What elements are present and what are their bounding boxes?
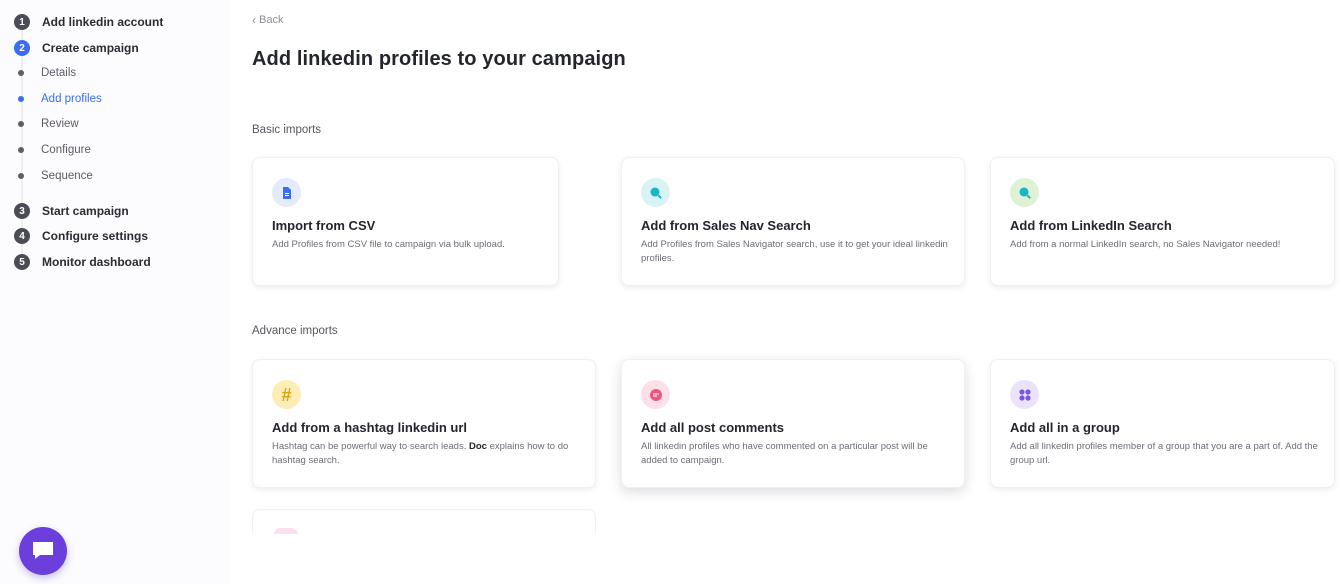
card-description: Add all linkedin profiles member of a gr…	[1010, 441, 1318, 466]
substep-details[interactable]: Details	[18, 65, 76, 81]
card-description-text: Hashtag can be powerful way to search le…	[272, 441, 467, 452]
chat-button[interactable]	[19, 527, 67, 575]
step-label: Create campaign	[42, 41, 139, 55]
hashtag-icon: #	[272, 380, 301, 409]
step-number: 5	[14, 254, 30, 270]
substep-label: Details	[41, 67, 77, 79]
section-heading-advance: Advance imports	[252, 325, 338, 337]
linkedin-search-card[interactable]: Add from LinkedIn Search Add from a norm…	[990, 157, 1335, 286]
page-title: Add linkedin profiles to your campaign	[252, 48, 626, 70]
group-icon	[1010, 380, 1039, 409]
partial-import-card[interactable]	[252, 509, 596, 534]
substep-label: Review	[41, 118, 79, 130]
step-number: 3	[14, 203, 30, 219]
substep-dot	[18, 173, 24, 179]
card-title: Add from a hashtag linkedin url	[272, 420, 468, 435]
card-title: Add all post comments	[641, 420, 785, 435]
substep-review[interactable]: Review	[18, 116, 79, 132]
section-heading-basic: Basic imports	[252, 124, 322, 136]
substep-dot	[18, 147, 24, 153]
substep-dot	[18, 96, 24, 102]
step-label: Start campaign	[42, 204, 129, 218]
step-label: Configure settings	[42, 229, 149, 243]
step-number: 2	[14, 40, 30, 56]
import-csv-card[interactable]: Import from CSV Add Profiles from CSV fi…	[252, 157, 559, 286]
substep-dot	[18, 121, 24, 127]
doc-link[interactable]: Doc	[469, 441, 487, 452]
card-description: Hashtag can be powerful way to search le…	[272, 440, 579, 468]
comment-icon	[641, 380, 670, 409]
substep-label: Sequence	[41, 170, 93, 182]
step-number: 4	[14, 228, 30, 244]
back-link[interactable]: ‹ Back	[252, 13, 283, 27]
sales-nav-search-icon	[641, 178, 670, 207]
card-description: Add from a normal LinkedIn search, no Sa…	[1010, 239, 1281, 250]
group-card[interactable]: Add all in a group Add all linkedin prof…	[990, 359, 1335, 488]
step-start-campaign[interactable]: 3 Start campaign	[14, 202, 129, 220]
step-create-campaign[interactable]: 2 Create campaign	[14, 39, 139, 57]
substep-dot	[18, 70, 24, 76]
sidebar-stepper: 1 Add linkedin account 2 Create campaign…	[0, 0, 230, 584]
substep-label: Configure	[41, 144, 91, 156]
partial-card-icon	[274, 528, 298, 534]
card-description: Add Profiles from Sales Navigator search…	[641, 239, 948, 264]
card-description: All linkedin profiles who have commented…	[641, 441, 928, 466]
step-label: Add linkedin account	[42, 15, 164, 29]
step-configure-settings[interactable]: 4 Configure settings	[14, 227, 148, 245]
chat-icon	[33, 542, 53, 559]
post-comments-card[interactable]: Add all post comments All linkedin profi…	[621, 359, 965, 488]
substep-add-profiles[interactable]: Add profiles	[18, 91, 102, 107]
chevron-left-icon: ‹	[252, 13, 256, 27]
card-title: Add all in a group	[1010, 420, 1120, 435]
linkedin-search-icon	[1010, 178, 1039, 207]
hashtag-url-card[interactable]: # Add from a hashtag linkedin url Hashta…	[252, 359, 596, 488]
step-add-linkedin-account[interactable]: 1 Add linkedin account	[14, 13, 163, 31]
card-title: Add from LinkedIn Search	[1010, 218, 1172, 233]
csv-file-icon	[272, 178, 301, 207]
card-title: Add from Sales Nav Search	[641, 218, 811, 233]
card-description: Add Profiles from CSV file to campaign v…	[272, 239, 505, 250]
card-title: Import from CSV	[272, 218, 376, 233]
step-number: 1	[14, 14, 30, 30]
substep-sequence[interactable]: Sequence	[18, 168, 93, 184]
substep-configure[interactable]: Configure	[18, 142, 91, 158]
step-monitor-dashboard[interactable]: 5 Monitor dashboard	[14, 253, 151, 271]
substep-label: Add profiles	[41, 93, 102, 105]
step-label: Monitor dashboard	[42, 255, 151, 269]
back-label: Back	[259, 14, 284, 26]
sales-nav-search-card[interactable]: Add from Sales Nav Search Add Profiles f…	[621, 157, 965, 286]
